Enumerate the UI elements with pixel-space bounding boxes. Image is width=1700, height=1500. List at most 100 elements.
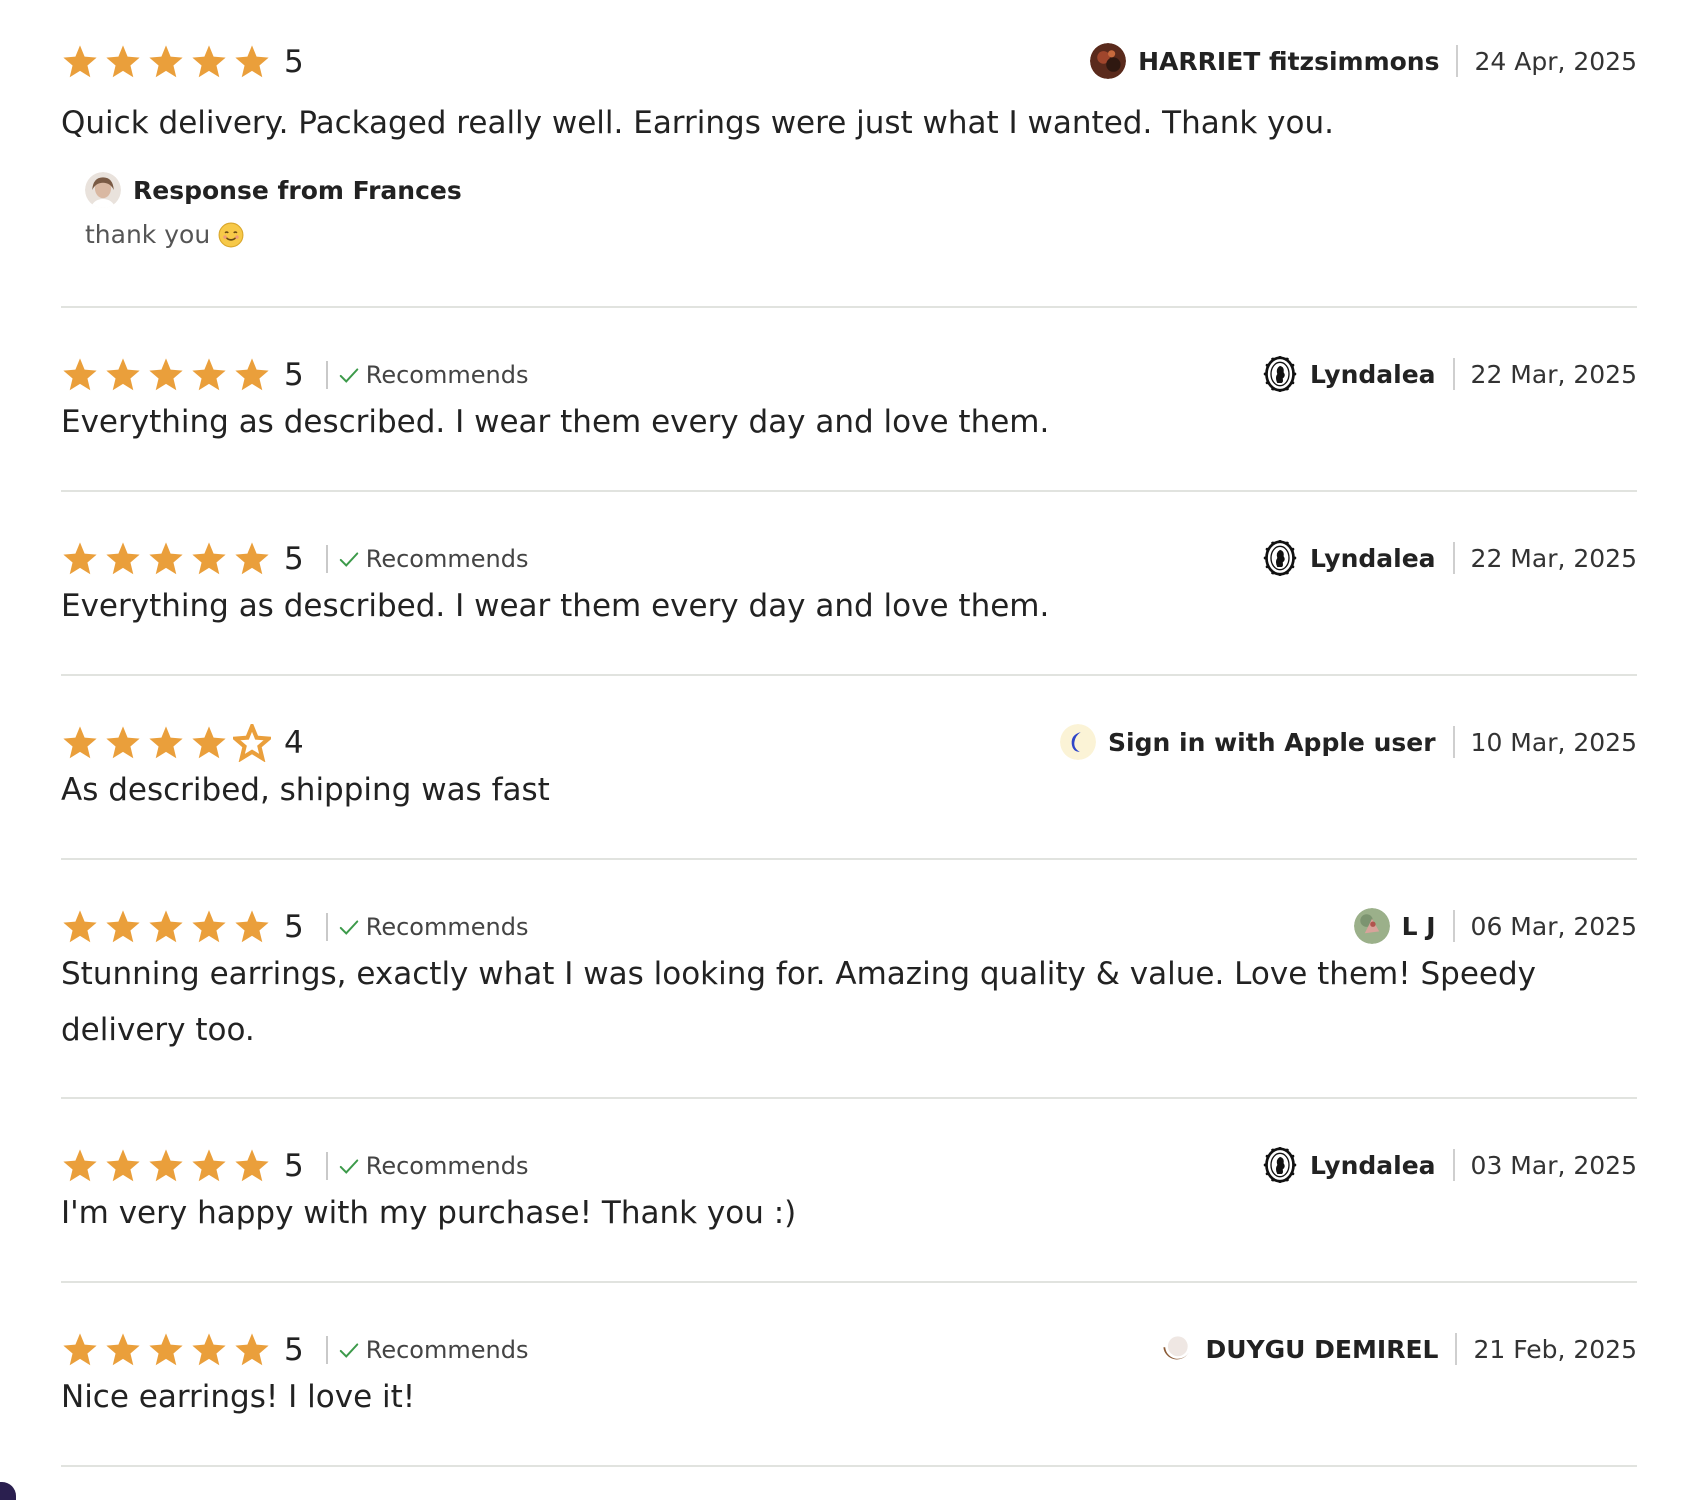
- star-filled-icon: [235, 542, 269, 575]
- response-header: Response from Frances: [85, 170, 462, 210]
- reviewer-name[interactable]: HARRIET fitzsimmons: [1138, 47, 1439, 76]
- review-text: Everything as described. I wear them eve…: [61, 588, 1050, 624]
- review-text: Nice earrings! I love it!: [61, 1379, 416, 1415]
- cameo-avatar-icon: [1263, 1147, 1297, 1183]
- star-filled-icon: [192, 45, 226, 78]
- review-item: 5 Recommends Lyndalea 03 Mar, 2025 I'm very …: [61, 1099, 1637, 1283]
- star-filled-icon: [192, 542, 226, 575]
- star-filled-icon: [106, 910, 140, 943]
- check-icon: [339, 1159, 358, 1174]
- window-corner: [0, 1482, 16, 1500]
- review-date: 22 Mar, 2025: [1470, 543, 1637, 573]
- seller-avatar-icon: [85, 172, 121, 208]
- moon-avatar-icon: [1060, 724, 1097, 760]
- divider: [1452, 358, 1455, 390]
- response-text: thank you: [85, 220, 462, 249]
- star-rating: [61, 908, 276, 946]
- star-filled-icon: [63, 726, 97, 759]
- cameo-avatar-icon: [1263, 540, 1297, 576]
- review-date: 24 Apr, 2025: [1474, 46, 1637, 76]
- recommends-label: Recommends: [365, 545, 529, 573]
- divider: [1452, 726, 1455, 758]
- rating-value: 5: [284, 540, 304, 577]
- review-meta: DUYGU DEMIREL 21 Feb, 2025: [1157, 1328, 1637, 1370]
- cameo-avatar-icon: [1263, 356, 1297, 392]
- star-rating: [61, 1331, 276, 1369]
- star-filled-icon: [63, 1149, 97, 1182]
- review-date: 03 Mar, 2025: [1470, 1150, 1637, 1180]
- star-filled-icon: [149, 1333, 183, 1366]
- review-meta: Lyndalea 03 Mar, 2025: [1262, 1144, 1637, 1186]
- recommends-badge: Recommends: [338, 545, 529, 573]
- star-filled-icon: [106, 358, 140, 391]
- star-filled-icon: [106, 1333, 140, 1366]
- reviewer-name[interactable]: Lyndalea: [1310, 1151, 1436, 1180]
- reviewer-name[interactable]: Sign in with Apple user: [1108, 728, 1436, 757]
- divider: [325, 361, 328, 389]
- star-filled-icon: [192, 358, 226, 391]
- recommends-label: Recommends: [365, 1152, 529, 1180]
- review-text: Everything as described. I wear them eve…: [61, 404, 1050, 440]
- star-filled-icon: [235, 358, 269, 391]
- photo-avatar-icon: [1090, 43, 1127, 79]
- divider: [1456, 45, 1459, 77]
- review-meta: Lyndalea 22 Mar, 2025: [1262, 353, 1637, 395]
- star-rating: [61, 1147, 276, 1185]
- review-item: 4 Sign in with Apple user 10 Mar, 2025 As d…: [61, 676, 1637, 860]
- star-empty-icon: [233, 724, 271, 762]
- star-filled-icon: [63, 45, 97, 78]
- rating-row: 4: [61, 724, 304, 762]
- review-text: Quick delivery. Packaged really well. Ea…: [61, 105, 1334, 141]
- rating-row: 5: [61, 43, 304, 81]
- rating-row: 5 Recommends: [61, 908, 528, 946]
- review-date: 21 Feb, 2025: [1473, 1334, 1637, 1364]
- review-item: 5 Recommends Lyndalea 22 Mar, 2025 Everythin…: [61, 492, 1637, 676]
- review-text: Stunning earrings, exactly what I was lo…: [61, 956, 1537, 1048]
- star-filled-icon: [235, 1149, 269, 1182]
- divider: [325, 913, 328, 941]
- star-filled-icon: [149, 542, 183, 575]
- reviewer-name[interactable]: Lyndalea: [1310, 544, 1436, 573]
- recommends-label: Recommends: [365, 913, 529, 941]
- review-item: 5 Recommends L J 06 Mar, 2025 Stunning earri…: [61, 860, 1637, 1099]
- recommends-badge: Recommends: [338, 913, 529, 941]
- star-filled-icon: [63, 1333, 97, 1366]
- star-filled-icon: [149, 358, 183, 391]
- star-filled-icon: [192, 910, 226, 943]
- check-icon: [339, 552, 358, 567]
- star-filled-icon: [106, 726, 140, 759]
- rating-value: 5: [284, 1331, 304, 1368]
- review-item: 5 Recommends DUYGU DEMIREL 21 Feb, 2025 Nice…: [61, 1283, 1637, 1467]
- star-filled-icon: [235, 45, 269, 78]
- star-filled-icon: [106, 542, 140, 575]
- response-message: thank you: [85, 220, 211, 249]
- recommends-label: Recommends: [365, 361, 529, 389]
- check-icon: [339, 368, 358, 383]
- recommends-badge: Recommends: [338, 1152, 529, 1180]
- reviews-list: 5 HARRIET fitzsimmons 24 Apr, 2025 Quick de…: [61, 0, 1637, 1467]
- review-date: 10 Mar, 2025: [1470, 727, 1637, 757]
- review-text: I'm very happy with my purchase! Thank y…: [61, 1195, 797, 1231]
- review-date: 22 Mar, 2025: [1470, 359, 1637, 389]
- recommends-badge: Recommends: [338, 361, 529, 389]
- reviewer-name[interactable]: Lyndalea: [1310, 360, 1436, 389]
- star-filled-icon: [106, 1149, 140, 1182]
- star-filled-icon: [235, 1333, 269, 1366]
- star-filled-icon: [63, 358, 97, 391]
- rating-value: 4: [284, 724, 304, 761]
- divider: [1452, 1149, 1455, 1181]
- star-filled-icon: [149, 45, 183, 78]
- reviewer-name[interactable]: DUYGU DEMIREL: [1206, 1335, 1439, 1364]
- rating-value: 5: [284, 908, 304, 945]
- rating-row: 5 Recommends: [61, 540, 528, 578]
- photo-green-avatar-icon: [1353, 908, 1390, 944]
- star-rating: [61, 540, 276, 578]
- divider: [325, 1152, 328, 1180]
- circle-avatar-icon: [1157, 1331, 1194, 1367]
- review-meta: L J 06 Mar, 2025: [1353, 905, 1637, 947]
- star-filled-icon: [192, 726, 226, 759]
- reviewer-name[interactable]: L J: [1402, 912, 1436, 941]
- star-filled-icon: [63, 910, 97, 943]
- rating-row: 5 Recommends: [61, 1331, 528, 1369]
- review-item: 5 Recommends Lyndalea 22 Mar, 2025 Everythin…: [61, 308, 1637, 492]
